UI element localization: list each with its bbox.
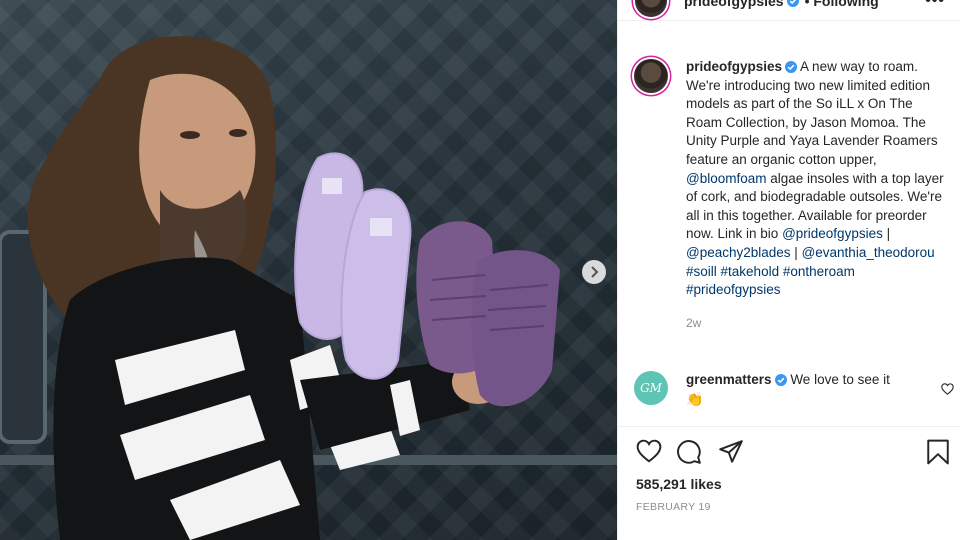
verified-badge-icon	[785, 61, 798, 73]
header-username[interactable]: prideofgypsies	[684, 0, 784, 9]
commenter-avatar[interactable]: GM	[634, 371, 668, 405]
share-icon[interactable]	[718, 439, 744, 465]
verified-badge-icon	[774, 374, 787, 386]
separator: |	[794, 244, 798, 260]
chevron-right-icon	[591, 266, 599, 278]
action-bar: 585,291 likes FEBRUARY 19	[618, 426, 960, 540]
clap-emoji: 👏	[686, 390, 704, 407]
hashtag-prideofgypsies[interactable]: #prideofgypsies	[686, 282, 781, 297]
avatar[interactable]	[635, 0, 667, 17]
post-date[interactable]: FEBRUARY 19	[636, 501, 711, 513]
following-button[interactable]: • Following	[805, 0, 879, 9]
comment-icon[interactable]	[676, 439, 702, 465]
post-header: prideofgypsies • Following •••	[618, 0, 960, 21]
caption-avatar[interactable]	[634, 59, 668, 93]
mention-evanthia[interactable]: @evanthia_theodorou	[802, 245, 935, 260]
comment-like-heart-icon[interactable]	[941, 383, 954, 395]
hashtag-soill[interactable]: #soill	[686, 264, 717, 279]
post-details-panel: prideofgypsies • Following ••• prideofgy…	[617, 0, 960, 540]
photo-scene	[0, 36, 617, 540]
separator: |	[886, 226, 891, 242]
mention-bloomfoam[interactable]: @bloomfoam	[686, 171, 767, 186]
more-options-icon[interactable]: •••	[925, 0, 945, 10]
bookmark-icon[interactable]	[926, 439, 950, 465]
comment: GM greenmatters We love to see it 👏	[634, 371, 954, 408]
action-icons	[634, 439, 950, 469]
mention-prideofgypsies[interactable]: @prideofgypsies	[782, 226, 883, 241]
mention-peachy2blades[interactable]: @peachy2blades	[686, 245, 791, 260]
caption-timestamp[interactable]: 2w	[686, 314, 952, 333]
heart-icon[interactable]	[636, 439, 662, 463]
post-photo	[0, 0, 617, 540]
hashtag-ontheroam[interactable]: #ontheroam	[783, 264, 855, 279]
likes-count[interactable]: 585,291 likes	[636, 476, 722, 492]
verified-badge-icon	[786, 0, 799, 7]
caption-intro: A new way to roam. We're introducing two…	[686, 59, 938, 167]
caption: prideofgypsies A new way to roam. We're …	[634, 58, 954, 332]
comment-text: greenmatters We love to see it 👏	[686, 371, 926, 408]
comment-body: We love to see it	[790, 372, 890, 387]
caption-username[interactable]: prideofgypsies	[686, 59, 782, 74]
carousel-next-button[interactable]	[582, 260, 606, 284]
hashtag-takehold[interactable]: #takehold	[721, 264, 780, 279]
caption-text: prideofgypsies A new way to roam. We're …	[686, 58, 952, 332]
commenter-username[interactable]: greenmatters	[686, 372, 772, 387]
